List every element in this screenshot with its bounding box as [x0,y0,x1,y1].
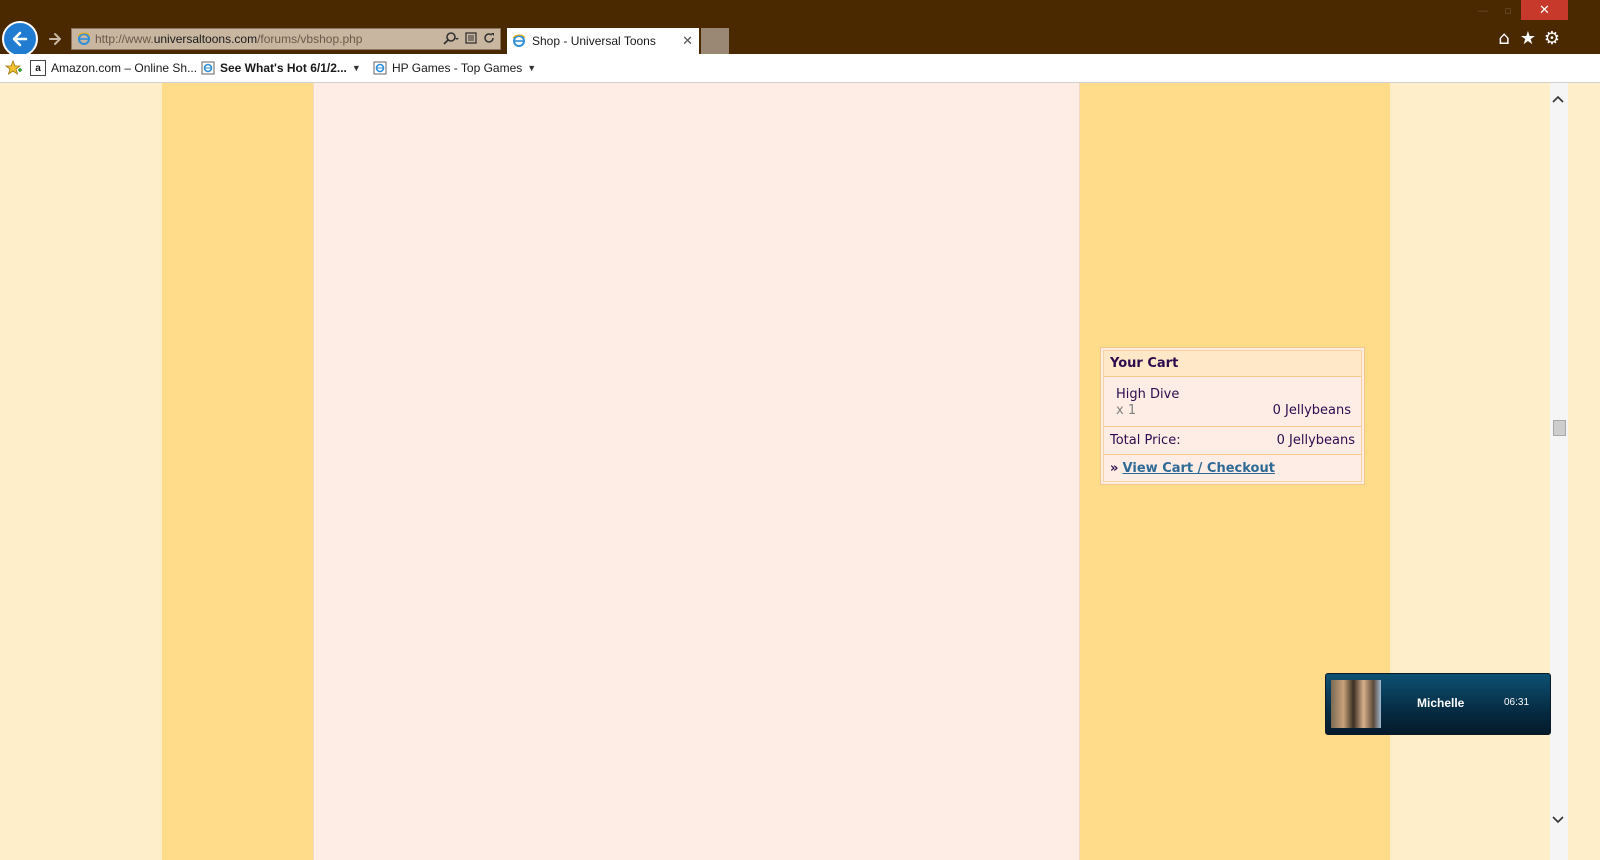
ie-favorite-icon [201,61,215,75]
cart-title: Your Cart [1104,351,1361,377]
tab-title: Shop - Universal Toons [532,34,656,48]
scroll-thumb[interactable] [1553,420,1566,436]
video-thumbnail [1331,680,1381,728]
compat-view-icon[interactable] [465,32,477,44]
scroll-up-icon[interactable] [1552,93,1564,107]
cart-item-qty: x 1 [1116,403,1137,418]
cart-panel: Your Cart High Dive x 1 0 Jellybeans Tot… [1100,347,1365,485]
total-value: 0 Jellybeans [1276,433,1355,448]
cart-total: Total Price: 0 Jellybeans [1104,427,1361,455]
add-favorites-icon[interactable] [5,54,23,82]
tab-shop[interactable]: Shop - Universal Toons ✕ [507,28,699,54]
star-plus-icon [5,60,22,75]
new-tab-button[interactable] [701,28,729,54]
forward-arrow-icon [49,33,61,45]
media-player-popup[interactable]: Michelle 06:31 [1325,673,1551,735]
chevron-down-icon[interactable]: ▼ [352,63,361,73]
back-arrow-icon [12,31,28,47]
center-column [313,83,1080,860]
address-bar[interactable]: http://www.universaltoons.com/forums/vbs… [71,28,501,50]
player-time: 06:31 [1504,697,1530,708]
total-label: Total Price: [1110,433,1181,448]
address-tools [443,32,500,46]
view-cart-checkout-link[interactable]: View Cart / Checkout [1123,461,1275,476]
favorites-star-icon[interactable]: ★ [1517,27,1539,49]
chevron-down-icon[interactable]: ▼ [527,63,536,73]
forward-button[interactable] [43,27,67,51]
amazon-icon: a [30,60,46,76]
vertical-scrollbar[interactable] [1550,83,1568,860]
player-title: Michelle [1417,696,1465,710]
cart-item-price: 0 Jellybeans [1272,403,1351,418]
ie-page-icon [77,32,91,45]
cart-item-name: High Dive [1116,387,1180,402]
cart-item: High Dive x 1 0 Jellybeans [1104,377,1361,427]
tab-close-icon[interactable]: ✕ [682,33,693,49]
address-url: http://www.universaltoons.com/forums/vbs… [95,32,363,46]
tools-gear-icon[interactable]: ⚙ [1541,27,1563,49]
back-button[interactable] [2,21,38,57]
ie-favorite-icon [373,61,387,75]
favorite-hp-games[interactable]: HP Games - Top Games ▼ [373,54,536,82]
minimize-button[interactable]: — [1470,0,1496,20]
double-arrow-icon: » [1110,461,1119,476]
scroll-down-icon[interactable] [1552,814,1564,828]
left-column [162,83,313,860]
maximize-button[interactable]: ▫ [1495,0,1521,20]
refresh-icon[interactable] [483,32,495,44]
home-icon[interactable]: ⌂ [1493,27,1515,49]
favorite-amazon[interactable]: a Amazon.com – Online Sh... [30,54,197,82]
ie-tab-icon [512,34,526,47]
favorites-bar: a Amazon.com – Online Sh... See What's H… [0,54,1600,83]
favorite-whats-hot[interactable]: See What's Hot 6/1/2... ▼ [201,54,361,82]
cart-checkout-row: » View Cart / Checkout [1104,455,1361,481]
search-icon[interactable] [443,32,459,46]
window-close-button[interactable]: ✕ [1521,0,1568,20]
